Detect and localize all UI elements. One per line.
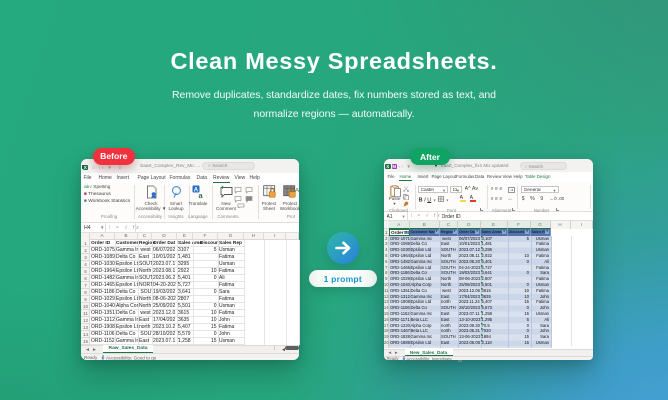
svg-text:a: a	[198, 191, 203, 199]
